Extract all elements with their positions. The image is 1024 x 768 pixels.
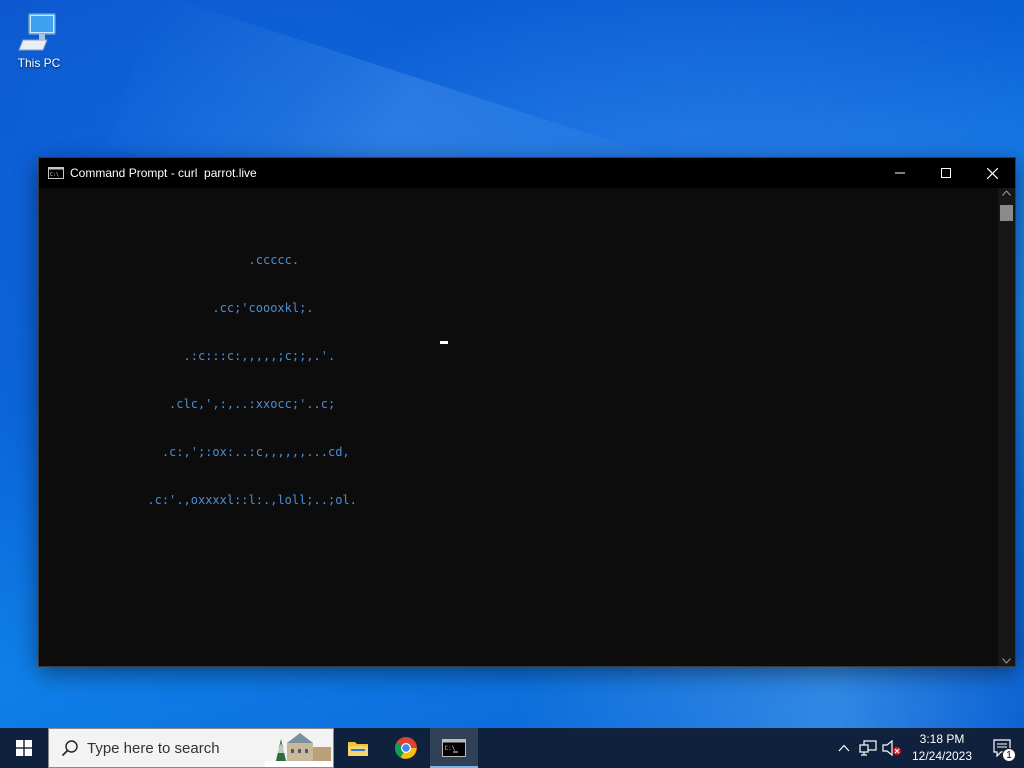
volume-muted-icon (882, 740, 901, 756)
search-placeholder: Type here to search (87, 739, 220, 757)
wallpaper-light-beam (520, 660, 1024, 730)
minimize-button[interactable] (877, 158, 923, 188)
console-line: .c:,';:ox:..:c,,,,,,...cd, (39, 445, 350, 459)
text-cursor (440, 341, 448, 344)
volume-button[interactable] (880, 728, 904, 768)
search-icon (61, 740, 78, 757)
vertical-scrollbar[interactable] (998, 188, 1015, 666)
start-button[interactable] (0, 728, 48, 768)
console-line: .:c:::c:,,,,,;c;;,.'. (39, 349, 336, 363)
search-box[interactable]: Type here to search (48, 728, 334, 768)
taskbar-chrome[interactable] (382, 728, 430, 768)
chevron-up-icon (838, 744, 850, 752)
desktop-icon-this-pc[interactable]: This PC (10, 8, 68, 70)
parrot-ascii-art: .ccccc. .cc;'coooxkl;. .:c:::c:,,,,,;c;;… (39, 220, 539, 540)
scroll-up-arrow-icon[interactable] (1002, 190, 1011, 196)
close-button[interactable] (969, 158, 1015, 188)
console-line: .cc;'coooxkl;. (39, 301, 314, 315)
svg-text:C:\: C:\ (445, 745, 456, 752)
scroll-down-arrow-icon[interactable] (1002, 658, 1011, 664)
title-bar[interactable]: C:\ Command Prompt - curl parrot.live (39, 158, 1015, 188)
console-line: .clc,',:,..:xxocc;'..c; (39, 397, 336, 411)
command-prompt-window[interactable]: C:\ Command Prompt - curl parrot.live .c… (38, 157, 1016, 667)
desktop-icon-label: This PC (17, 56, 61, 70)
taskbar: Type here to search C:\ 3:18 PM 12/24/20… (0, 728, 1024, 768)
notification-count-badge: 1 (1002, 748, 1016, 762)
clock[interactable]: 3:18 PM 12/24/2023 (904, 731, 980, 765)
folder-icon (348, 742, 368, 756)
cmd-icon: C:\ (442, 739, 466, 757)
cmd-icon: C:\ (48, 167, 64, 179)
search-highlight-image (265, 729, 333, 767)
clock-date: 12/24/2023 (911, 749, 973, 763)
network-icon (859, 740, 877, 756)
windows-logo-icon (16, 740, 32, 756)
action-center-button[interactable]: 1 (980, 728, 1024, 768)
scrollbar-thumb[interactable] (1000, 205, 1013, 221)
minimize-icon (895, 172, 905, 174)
system-tray: 3:18 PM 12/24/2023 1 (832, 728, 1024, 768)
show-hidden-icons-button[interactable] (832, 728, 856, 768)
window-title: Command Prompt - curl parrot.live (70, 166, 257, 180)
maximize-button[interactable] (923, 158, 969, 188)
network-button[interactable] (856, 728, 880, 768)
clock-time: 3:18 PM (919, 732, 965, 746)
console-line: .c:'.,oxxxxl::l:.,loll;..;ol. (39, 493, 357, 507)
this-pc-icon (17, 10, 61, 54)
maximize-icon (941, 168, 951, 178)
taskbar-command-prompt[interactable]: C:\ (430, 728, 478, 768)
console-line: .ccccc. (39, 253, 300, 267)
close-icon (986, 167, 998, 179)
console-output[interactable]: .ccccc. .cc;'coooxkl;. .:c:::c:,,,,,;c;;… (39, 188, 998, 666)
taskbar-file-explorer[interactable] (334, 728, 382, 768)
svg-text:C:\: C:\ (50, 172, 59, 178)
chrome-icon (395, 737, 417, 759)
